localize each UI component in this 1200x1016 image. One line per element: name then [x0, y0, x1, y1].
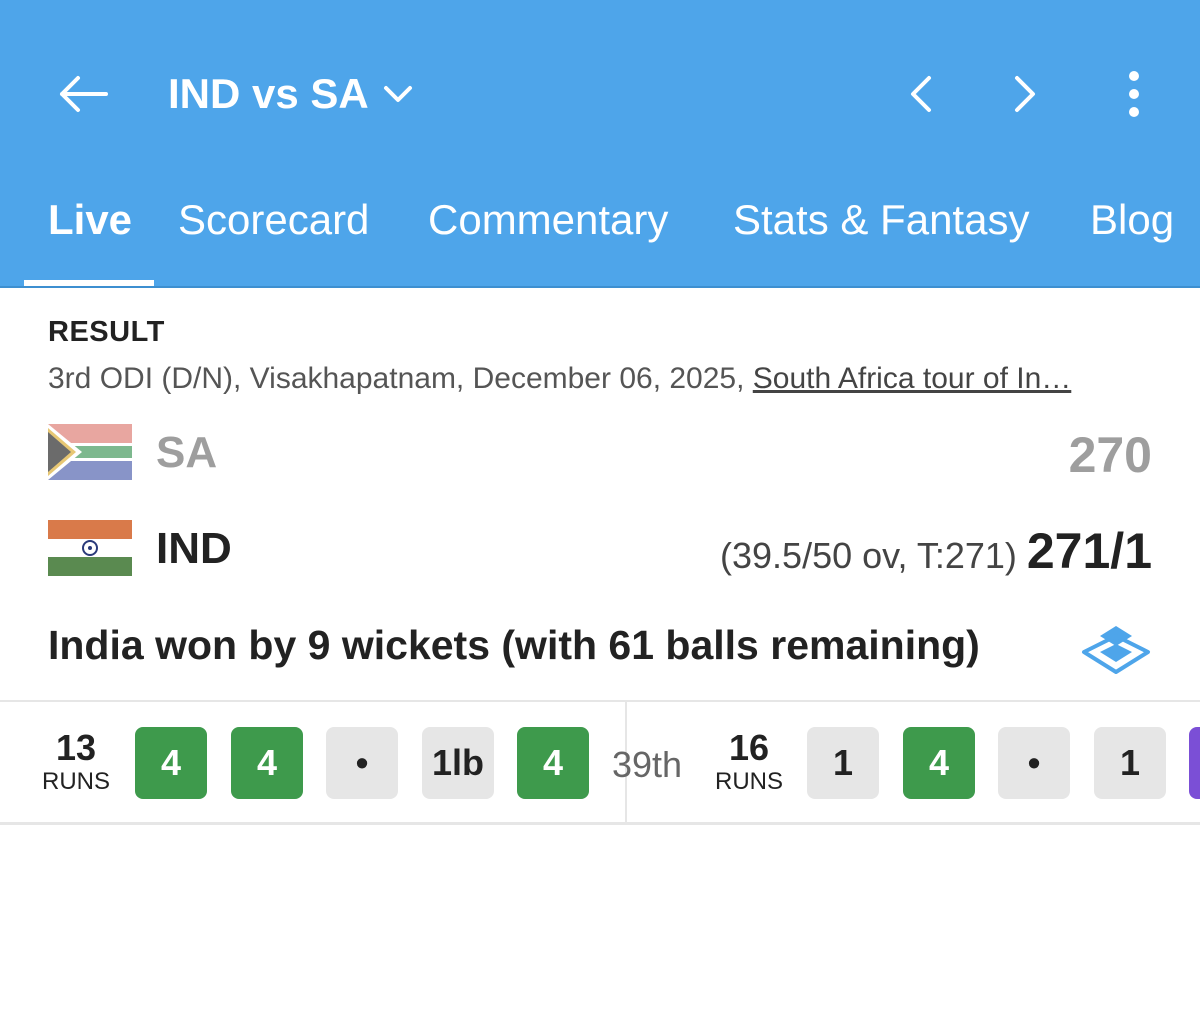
previous-match-button[interactable] — [898, 68, 942, 120]
ball-partial[interactable] — [1189, 727, 1200, 799]
team-name: SA — [156, 428, 218, 477]
series-link[interactable]: South Africa tour of In… — [753, 362, 1072, 395]
ball-leg-bye[interactable]: 1lb — [422, 727, 494, 799]
ball-dot[interactable]: • — [998, 727, 1070, 799]
team-score: 270 — [1068, 427, 1152, 483]
match-info: 3rd ODI (D/N), Visakhapatnam, December 0… — [48, 362, 1148, 396]
team-score: (39.5/50 ov, T:271) 271/1 — [720, 522, 1152, 580]
team-name: IND — [156, 524, 232, 573]
match-selector[interactable]: IND vs SA — [168, 64, 413, 124]
current-over-runs: 16 RUNS — [709, 728, 789, 796]
runs-value: 13 — [55, 727, 97, 768]
header-divider — [0, 286, 1200, 288]
ball-four[interactable]: 4 — [231, 727, 303, 799]
team-row-ind[interactable]: IND (39.5/50 ov, T:271) 271/1 — [48, 520, 1152, 580]
tab-blog[interactable]: Blog — [1090, 190, 1174, 250]
ball-dot[interactable]: • — [326, 727, 398, 799]
ball-four[interactable]: 4 — [135, 727, 207, 799]
layers-icon[interactable] — [1078, 622, 1154, 678]
overs-strip-top-divider — [0, 700, 1200, 702]
team-row-sa[interactable]: SA 270 — [48, 424, 1152, 484]
app-header: IND vs SA Live Scorecard Commentary Stat… — [0, 0, 1200, 288]
more-options-button[interactable] — [1110, 64, 1158, 124]
tab-live[interactable]: Live — [48, 190, 132, 250]
more-vert-icon — [1129, 71, 1139, 117]
ball-four[interactable]: 4 — [517, 727, 589, 799]
ball-single[interactable]: 1 — [1094, 727, 1166, 799]
match-details: 3rd ODI (D/N), Visakhapatnam, December 0… — [48, 362, 753, 395]
tab-commentary[interactable]: Commentary — [428, 190, 668, 250]
india-flag-icon — [48, 520, 132, 576]
team-score-value: 271/1 — [1026, 523, 1152, 579]
result-status: RESULT — [48, 316, 165, 348]
next-match-button[interactable] — [1004, 68, 1048, 120]
runs-value: 16 — [728, 727, 770, 768]
south-africa-flag-icon — [48, 424, 132, 480]
back-button[interactable] — [52, 68, 112, 120]
ball-single[interactable]: 1 — [807, 727, 879, 799]
tab-scorecard[interactable]: Scorecard — [178, 190, 369, 250]
over-label: 39th — [612, 744, 683, 785]
ball-four[interactable]: 4 — [903, 727, 975, 799]
runs-label: RUNS — [41, 768, 110, 795]
back-arrow-icon — [60, 76, 108, 112]
match-title: IND vs SA — [168, 70, 369, 117]
previous-over-runs: 13 RUNS — [36, 728, 116, 796]
chevron-left-icon — [911, 76, 931, 112]
tab-stats-fantasy[interactable]: Stats & Fantasy — [733, 190, 1029, 250]
tab-bar: Live Scorecard Commentary Stats & Fantas… — [0, 190, 1200, 288]
chevron-right-icon — [1015, 76, 1035, 112]
overs-strip-bottom-divider — [0, 822, 1200, 825]
team-innings-meta: (39.5/50 ov, T:271) — [720, 535, 1017, 576]
result-summary: India won by 9 wickets (with 61 balls re… — [48, 622, 980, 668]
runs-label: RUNS — [714, 768, 783, 795]
chevron-down-icon — [383, 84, 413, 104]
